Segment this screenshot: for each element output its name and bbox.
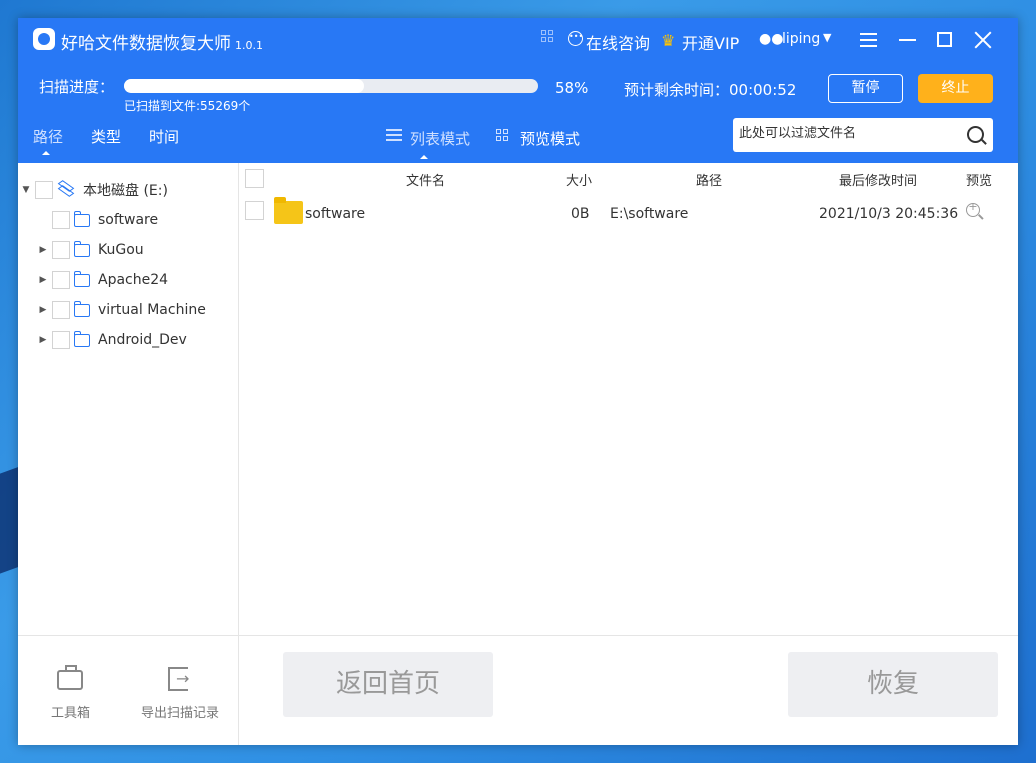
crown-icon: ♛ — [661, 31, 676, 50]
caret-down-icon[interactable]: ▼ — [21, 185, 31, 195]
chevron-down-icon[interactable]: ▼ — [823, 31, 831, 44]
caret-right-icon[interactable]: ▶ — [38, 275, 48, 285]
app-version: 1.0.1 — [235, 39, 263, 52]
caret-right-icon[interactable]: ▶ — [38, 305, 48, 315]
caret-right-icon[interactable]: ▶ — [38, 335, 48, 345]
menu-button[interactable] — [857, 28, 881, 52]
toolbox-icon[interactable] — [57, 665, 83, 690]
tree-item-label: Apache24 — [98, 272, 169, 288]
preview-mode-button[interactable]: 预览模式 — [520, 128, 580, 149]
export-icon[interactable] — [168, 667, 189, 691]
column-header-preview: 预览 — [966, 174, 993, 189]
checkbox[interactable] — [52, 271, 70, 289]
search-icon[interactable] — [967, 126, 984, 143]
folder-icon — [73, 270, 90, 287]
disk-icon — [57, 180, 75, 199]
footer: 工具箱 导出扫描记录 返回首页 恢复 — [18, 635, 1018, 745]
tree-item-label: virtual Machine — [98, 302, 206, 318]
stop-button[interactable]: 终止 — [918, 74, 993, 103]
checkbox[interactable] — [52, 301, 70, 319]
checkbox[interactable] — [35, 181, 53, 199]
remaining-time: 预计剩余时间：00:00:52 — [624, 81, 797, 99]
cell-name: software — [305, 206, 366, 222]
preview-grid-icon[interactable] — [496, 129, 509, 142]
folder-icon — [73, 300, 90, 317]
list-icon[interactable] — [386, 129, 402, 142]
tree-item-label: software — [98, 212, 159, 228]
titlebar: 好哈文件数据恢复大师 1.0.1 ••• 在线咨询 ♛ 开通VIP ●● lipi… — [18, 18, 1018, 62]
filter-input[interactable] — [739, 126, 954, 141]
caret-right-icon[interactable]: ▶ — [38, 245, 48, 255]
app-title-text: 好哈文件数据恢复大师 — [61, 34, 231, 54]
app-window: 好哈文件数据恢复大师 1.0.1 ••• 在线咨询 ♛ 开通VIP ●● lipi… — [18, 18, 1018, 745]
column-header-modified[interactable]: 最后修改时间 — [839, 170, 917, 189]
export-scan-record-label[interactable]: 导出扫描记录 — [141, 702, 219, 721]
checkbox[interactable] — [52, 241, 70, 259]
chat-icon[interactable]: ••• — [568, 31, 583, 46]
user-name[interactable]: liping — [782, 31, 820, 47]
directory-tree: ▼ 本地磁盘 (E:) software ▶ KuGou ▶ Apache24 … — [18, 163, 239, 635]
folder-icon — [73, 330, 90, 347]
file-table: 文件名 大小 路径 最后修改时间 预览 software 0B E:\softw… — [239, 163, 1018, 635]
folder-icon — [274, 197, 303, 224]
active-mode-indicator — [420, 155, 428, 159]
cell-path: E:\software — [610, 206, 689, 222]
cell-size: 0B — [571, 206, 590, 222]
tab-time[interactable]: 时间 — [149, 126, 179, 147]
app-title: 好哈文件数据恢复大师 1.0.1 — [61, 29, 263, 54]
app-logo-icon — [33, 28, 55, 50]
grid-icon[interactable] — [541, 30, 555, 44]
open-vip-link[interactable]: 开通VIP — [682, 30, 739, 54]
maximize-button[interactable] — [933, 28, 957, 52]
column-header-path[interactable]: 路径 — [696, 170, 722, 189]
scan-progress-percent: 58% — [555, 79, 589, 97]
toolbox-label[interactable]: 工具箱 — [51, 702, 90, 721]
minimize-button[interactable] — [896, 28, 920, 52]
list-mode-button[interactable]: 列表模式 — [410, 128, 470, 149]
cell-modified: 2021/10/3 20:45:36 — [819, 206, 959, 222]
tree-root[interactable]: ▼ 本地磁盘 (E:) — [21, 179, 168, 201]
tree-item-apache24[interactable]: ▶ Apache24 — [38, 269, 168, 291]
recover-button[interactable]: 恢复 — [788, 652, 998, 717]
online-consult-link[interactable]: 在线咨询 — [586, 30, 650, 54]
scan-progress-bar — [124, 79, 538, 93]
column-header-name[interactable]: 文件名 — [406, 170, 445, 189]
tree-item-label: KuGou — [98, 242, 144, 258]
tree-item-kugou[interactable]: ▶ KuGou — [38, 239, 144, 261]
select-all-checkbox[interactable] — [245, 169, 264, 188]
tree-item-software[interactable]: software — [38, 209, 158, 231]
tree-item-label: Android_Dev — [98, 332, 187, 348]
tree-root-label: 本地磁盘 (E:) — [83, 183, 168, 199]
pause-button[interactable]: 暂停 — [828, 74, 903, 103]
row-checkbox[interactable] — [245, 201, 264, 220]
checkbox[interactable] — [52, 211, 70, 229]
scanned-count: 已扫描到文件:55269个 — [124, 99, 251, 113]
folder-icon — [73, 240, 90, 257]
footer-divider — [238, 636, 239, 745]
tab-path[interactable]: 路径 — [33, 126, 63, 147]
filter-box — [733, 118, 993, 152]
scan-progress-fill — [124, 79, 365, 93]
header: 好哈文件数据恢复大师 1.0.1 ••• 在线咨询 ♛ 开通VIP ●● lipi… — [18, 18, 1018, 163]
folder-icon — [73, 210, 90, 227]
wechat-icon: ●● — [759, 31, 784, 47]
scan-progress-label: 扫描进度： — [39, 78, 115, 96]
checkbox[interactable] — [52, 331, 70, 349]
back-home-button[interactable]: 返回首页 — [283, 652, 493, 717]
close-button[interactable] — [971, 28, 995, 52]
column-header-size[interactable]: 大小 — [566, 170, 592, 189]
tree-item-android-dev[interactable]: ▶ Android_Dev — [38, 329, 187, 351]
tree-item-virtual-machine[interactable]: ▶ virtual Machine — [38, 299, 206, 321]
desktop-wallpaper-shape — [0, 466, 20, 574]
zoom-icon[interactable] — [966, 200, 980, 217]
tab-type[interactable]: 类型 — [91, 126, 121, 147]
active-tab-indicator — [42, 151, 50, 155]
